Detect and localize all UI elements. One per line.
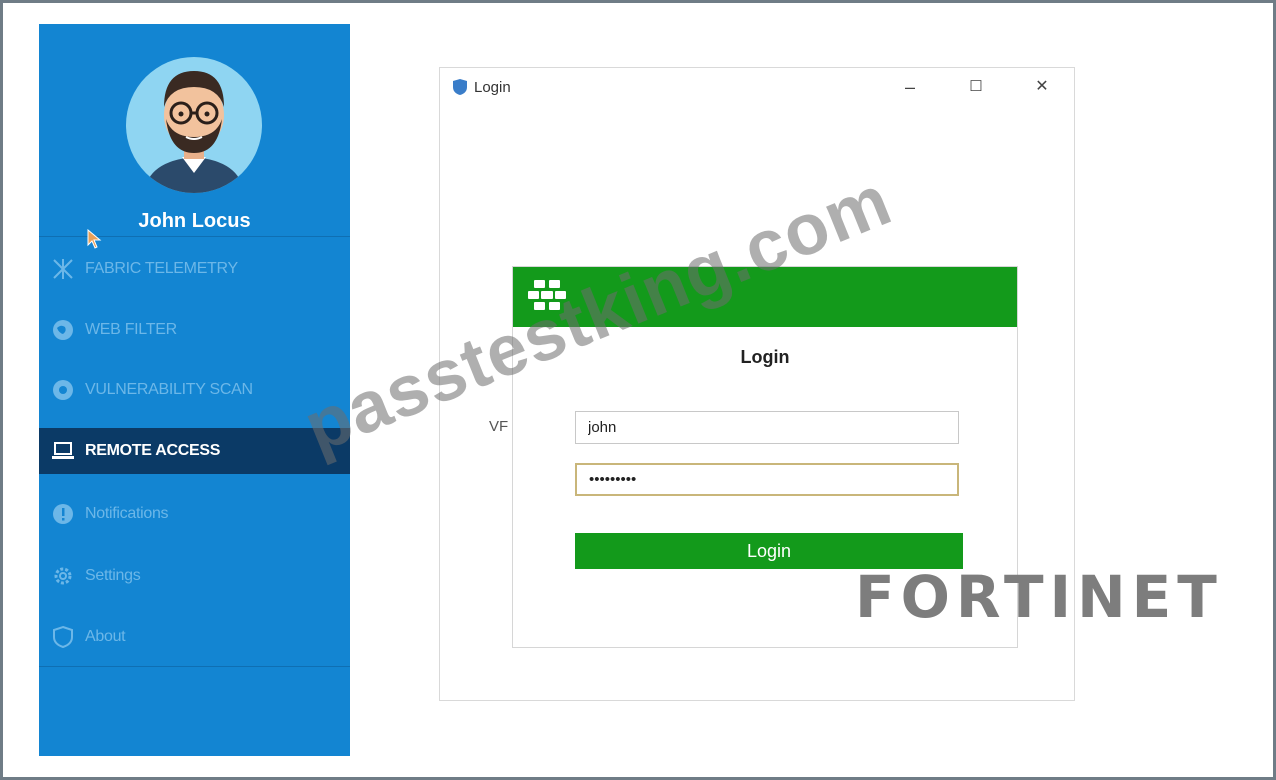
maximize-button[interactable]: ☐ [958, 74, 994, 100]
web-filter-icon [49, 316, 77, 344]
gear-icon [49, 562, 77, 590]
fortinet-brand-logo: FORTINET [855, 563, 1223, 631]
sidebar-item-fabric-telemetry[interactable]: FABRIC TELEMETRY [39, 246, 350, 292]
brand-text: FORTINET [855, 563, 1223, 631]
minimize-button[interactable]: – [892, 74, 928, 100]
user-name: John Locus [138, 210, 251, 232]
sidebar-item-label: WEB FILTER [85, 321, 177, 338]
laptop-icon [49, 437, 77, 465]
vpn-label: VF [489, 418, 509, 435]
sidebar-item-label: About [85, 628, 126, 645]
vulnerability-scan-icon [49, 376, 77, 404]
sidebar-item-label: REMOTE ACCESS [85, 442, 221, 459]
close-button[interactable]: ✕ [1024, 74, 1060, 100]
fabric-telemetry-icon [49, 255, 77, 283]
sidebar-item-notifications[interactable]: Notifications [39, 491, 350, 537]
sidebar-item-label: Settings [85, 567, 141, 584]
sidebar-divider [39, 236, 350, 237]
sidebar-divider [39, 666, 350, 667]
notification-icon [49, 500, 77, 528]
sidebar-item-settings[interactable]: Settings [39, 553, 350, 599]
shield-icon [49, 623, 77, 651]
sidebar-item-label: FABRIC TELEMETRY [85, 260, 238, 277]
sidebar-item-web-filter[interactable]: WEB FILTER [39, 307, 350, 353]
sidebar-item-label: Notifications [85, 505, 169, 522]
sidebar-item-label: VULNERABILITY SCAN [85, 381, 253, 398]
screenshot-frame: John Locus FABRIC TELEMETRY WEB FILTER V… [0, 0, 1276, 780]
mouse-cursor-icon [87, 228, 103, 254]
window-title: Login [474, 79, 511, 96]
password-field[interactable] [575, 463, 959, 496]
sidebar-item-remote-access[interactable]: REMOTE ACCESS [39, 428, 350, 474]
window-titlebar: Login – ☐ ✕ [440, 68, 1074, 106]
username-field[interactable] [575, 411, 959, 444]
app-shield-icon [452, 78, 468, 101]
avatar [126, 57, 262, 193]
sidebar-item-about[interactable]: About [39, 614, 350, 660]
